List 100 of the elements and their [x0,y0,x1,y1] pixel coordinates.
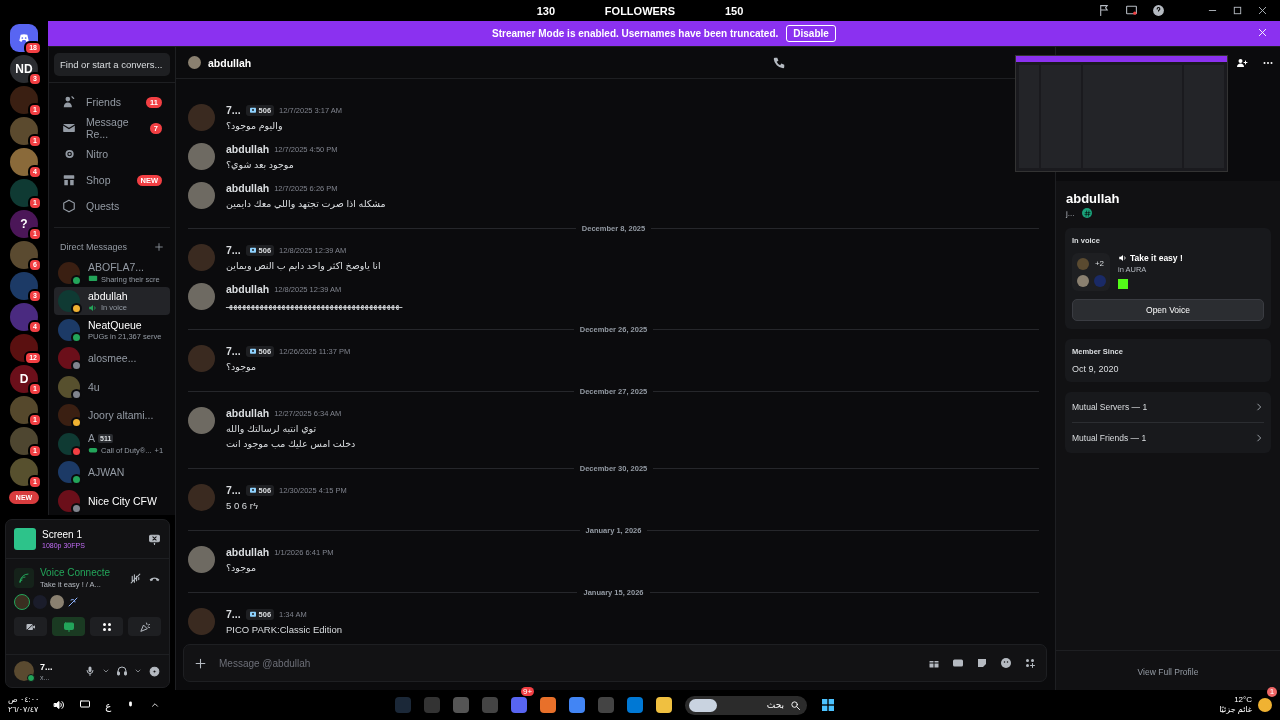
store-icon [62,173,76,188]
section-heading: Direct Messages [60,242,128,253]
avatar [188,182,215,209]
add-icon [194,656,207,670]
soundboard-button[interactable] [128,617,161,636]
server-icon[interactable] [10,179,38,207]
add-friend-icon [1236,57,1248,69]
close-icon [1257,27,1268,38]
weather-icon[interactable] [1258,698,1272,712]
grid-icon [100,620,113,633]
avatar [188,407,215,434]
server-icon[interactable] [10,148,38,176]
screen-share-icon [62,620,75,633]
server-icon[interactable] [10,396,38,424]
nav-item[interactable]: Nitro [54,141,170,168]
member-avatar [1076,274,1089,287]
server-icon[interactable] [10,272,38,300]
weather-condition: غائم جزئيًا [1219,705,1252,715]
streamer-mode-notice: Streamer Mode is enabled. Usernames have been truncated. [492,28,779,39]
server-icon[interactable] [10,458,38,486]
dm-name: abdullah [88,289,128,302]
profile-handle: j... [1066,208,1075,218]
hexagon-icon [62,199,76,214]
emoji-icon [1000,657,1012,669]
dm-name: A [88,432,95,445]
participant-avatar [50,595,64,609]
dm-item[interactable]: Joory altami... [54,400,170,430]
message-text: موجود؟ [226,361,258,372]
plus-icon [154,242,164,253]
mutuals-row[interactable]: Mutual Servers — 1 [1072,392,1264,422]
author-name[interactable]: abdullah [226,143,270,155]
author-name[interactable]: abdullah [226,182,270,194]
dm-item[interactable]: Nice City CFW [54,486,170,515]
app-icon[interactable] [627,697,643,713]
author-name[interactable]: 7... [226,484,241,496]
author-name[interactable]: 7... [226,104,241,116]
author-name[interactable]: abdullah [226,546,270,558]
dm-item[interactable]: alosmee... [54,343,170,373]
message-composer[interactable]: Message @abdullah [183,644,1047,682]
windows-icon [820,697,836,713]
author-name[interactable]: 7... [226,244,241,256]
member-count: +2 [1094,259,1105,268]
activities-button[interactable] [90,617,123,636]
author-name[interactable]: 7... [226,345,241,357]
stop-stream-icon [148,532,161,546]
follower-count: 130 [536,4,555,17]
avatar [188,56,201,69]
nav-item[interactable]: Quests [54,193,170,220]
app-icon[interactable] [511,697,527,713]
message-text: توي انتبه لرسالتك والله [226,423,318,434]
app-icon[interactable] [656,697,672,713]
caret-icon [102,667,110,675]
mutuals-row[interactable]: Mutual Friends — 1 [1072,422,1264,453]
profile-name: abdullah [1065,190,1121,206]
message-input[interactable]: Message @abdullah [219,654,916,672]
screen-share-button[interactable] [52,617,85,636]
server-icon[interactable] [10,86,38,114]
disable-button[interactable]: Disable [786,25,836,42]
dm-item[interactable]: AJWAN [54,457,170,487]
dm-name: Joory altami... [88,409,154,422]
server-icon[interactable] [10,303,38,331]
author-name[interactable]: abdullah [226,283,270,295]
follower-goal: 150 [725,4,744,17]
open-voice-button[interactable]: Open Voice [1072,299,1264,321]
server-icon[interactable] [10,241,38,269]
message-text: انا ياوصخ اكثر واحد دايم ب النص ويماين [226,260,381,271]
avatar [188,244,215,271]
chevron-icon [1254,433,1264,443]
member-since-date: Oct 9, 2020 [1072,364,1120,374]
weather-temperature: 12°C [1234,695,1252,705]
view-full-profile-link[interactable]: View Full Profile [1137,667,1199,677]
sticker-icon [976,657,988,669]
clock-date: ٢٦/٠٧/٤٧ [8,705,39,715]
dm-name: 4u [88,380,100,393]
phone-icon [772,55,786,70]
avatar [188,104,215,131]
search-button[interactable]: Find or start a convers... [54,53,170,76]
search-field[interactable]: بحث [685,695,807,715]
server-icon[interactable] [10,427,38,455]
author-name[interactable]: 7... [226,608,241,620]
avatar [188,608,215,635]
input-language[interactable]: ع [105,699,112,711]
camera-button[interactable] [14,617,47,636]
speaker-icon [88,302,98,313]
caret-icon [134,667,142,675]
apps-icon [1024,657,1036,669]
person-icon [62,95,76,109]
app-icon[interactable] [540,697,556,713]
volume-icon [53,699,66,711]
dm-name: NeatQueue [88,318,142,331]
dm-name: AJWAN [88,466,125,479]
caret-icon [150,700,161,710]
app-icon[interactable] [569,697,585,713]
message-text: PICO PARK:Classic Edition [226,624,342,635]
app-badge-icon [1118,279,1128,289]
server-icon[interactable] [10,117,38,145]
message-text: 5 0 6 rϟ [226,500,259,511]
maximize-icon [1232,5,1243,16]
author-name[interactable]: abdullah [226,407,270,419]
dm-item[interactable]: 4u [54,372,170,401]
